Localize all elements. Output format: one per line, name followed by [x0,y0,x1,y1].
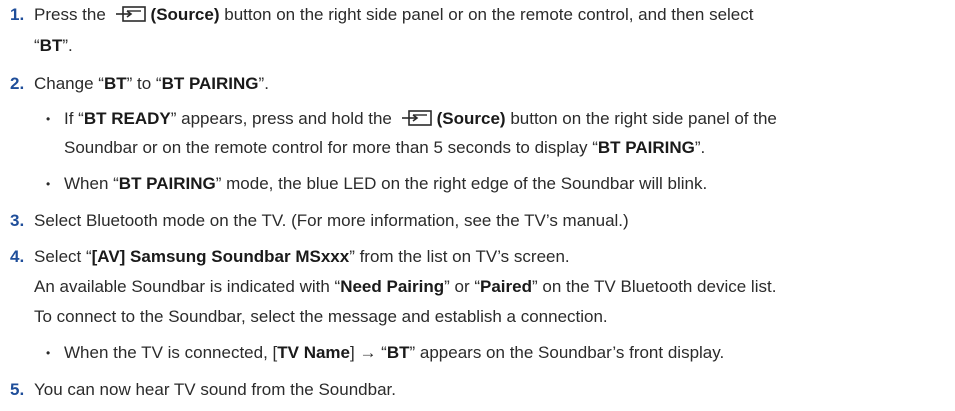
step-text: Press the (Source) button on the right s… [34,5,754,24]
step-text: Select Bluetooth mode on the TV. (For mo… [34,211,629,230]
bullet-icon: • [46,346,51,360]
step-number: 1. [10,5,25,24]
step-text: Change “BT” to “BT PAIRING”. [34,74,269,93]
step-number: 4. [10,247,25,266]
step-number: 5. [10,380,25,399]
bullet-icon: • [46,177,51,191]
step-4-continued-1: An available Soundbar is indicated with … [34,277,777,296]
step-text: Select “[AV] Samsung Soundbar MSxxx” fro… [34,247,570,266]
step-number: 2. [10,74,25,93]
bullet-icon: • [46,112,51,126]
source-label: (Source) [150,5,220,24]
step-text: You can now hear TV sound from the Sound… [34,380,396,399]
instruction-document: 1. Press the (Source) button on the righ… [0,0,955,411]
step-number: 3. [10,211,25,230]
step-4-continued-2: To connect to the Soundbar, select the m… [34,307,608,326]
step-2-bullet-1-continued: Soundbar or on the remote control for mo… [64,138,706,157]
source-input-icon [401,110,432,126]
step-1-continued: “BT”. [34,36,73,55]
source-label: (Source) [436,109,506,128]
source-input-icon [115,6,146,22]
